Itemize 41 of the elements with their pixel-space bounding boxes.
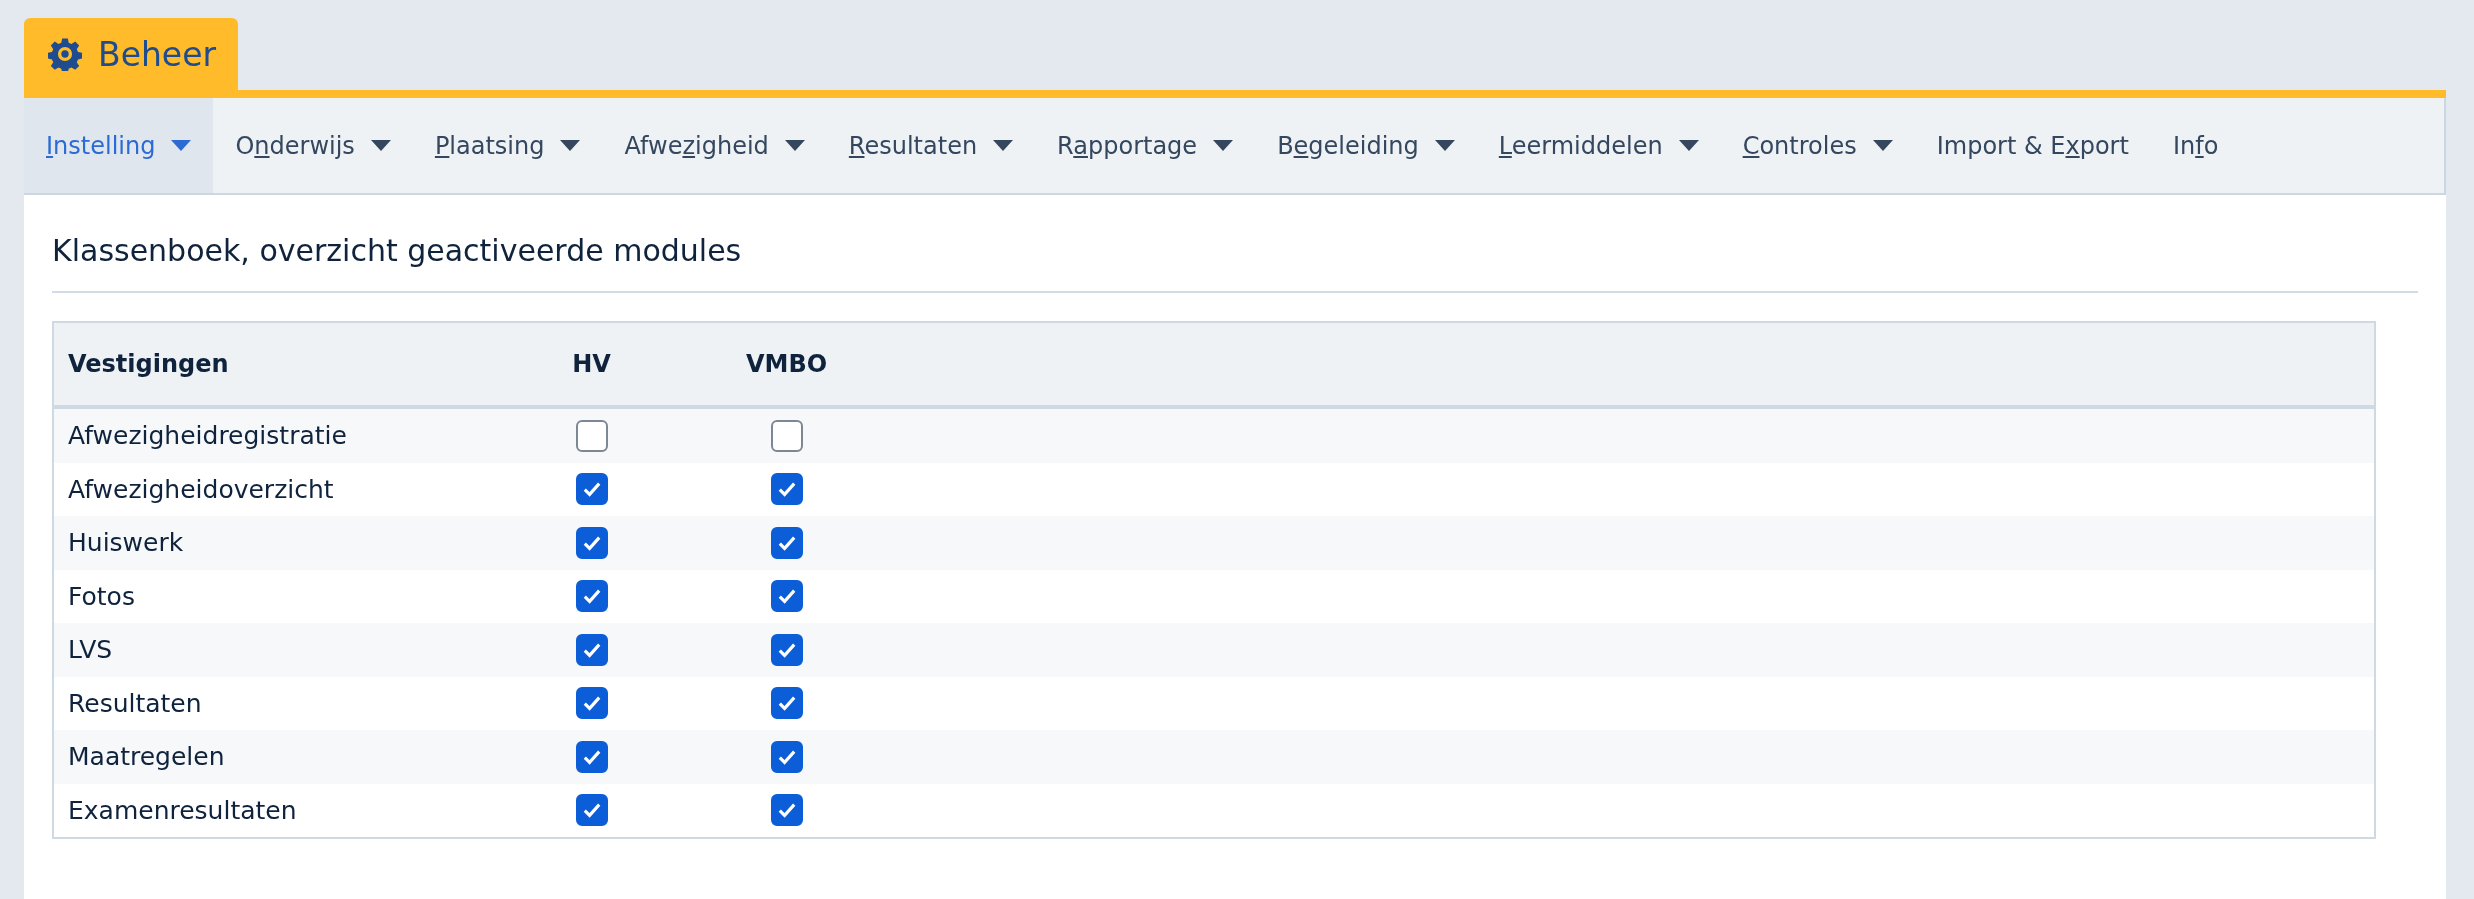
checkbox[interactable] xyxy=(575,794,608,827)
gear-icon xyxy=(48,37,82,71)
column-header: VMBO xyxy=(744,350,829,378)
checkbox[interactable] xyxy=(575,687,608,720)
menu-item[interactable]: Afwezigheid xyxy=(602,98,827,193)
module-name: Examenresultaten xyxy=(67,795,298,825)
menu-item[interactable]: Onderwijs xyxy=(213,98,413,193)
checkbox[interactable] xyxy=(770,419,803,452)
menu-item[interactable]: Instelling xyxy=(24,98,214,193)
checkbox[interactable] xyxy=(770,526,803,559)
menu-item[interactable]: Info xyxy=(2150,98,2241,193)
module-name: LVS xyxy=(67,635,114,665)
beheer-tab[interactable]: Beheer xyxy=(24,18,239,90)
module-name: Afwezigheidoverzicht xyxy=(67,474,335,504)
checkbox[interactable] xyxy=(770,633,803,666)
checkbox[interactable] xyxy=(770,794,803,827)
module-name: Resultaten xyxy=(67,688,203,718)
checkbox[interactable] xyxy=(575,633,608,666)
menu-item[interactable]: Resultaten xyxy=(826,98,1036,193)
checkbox[interactable] xyxy=(770,740,803,773)
checkbox[interactable] xyxy=(575,526,608,559)
checkbox[interactable] xyxy=(575,419,608,452)
module-name: Maatregelen xyxy=(67,742,226,772)
checkbox[interactable] xyxy=(770,580,803,613)
menu-item[interactable]: Plaatsing xyxy=(412,98,603,193)
checkbox[interactable] xyxy=(770,473,803,506)
checkbox[interactable] xyxy=(770,687,803,720)
module-name: Afwezigheidregistratie xyxy=(67,421,348,451)
column-header: HV xyxy=(571,350,612,378)
menu-item[interactable]: Import & Export xyxy=(1914,98,2151,193)
module-name: Fotos xyxy=(67,581,136,611)
checkbox[interactable] xyxy=(575,580,608,613)
menu-item[interactable]: Controles xyxy=(1720,98,1915,193)
menu-item[interactable]: Rapportage xyxy=(1035,98,1256,193)
column-header: Vestigingen xyxy=(67,350,230,378)
menu-item[interactable]: Leermiddelen xyxy=(1476,98,1721,193)
checkbox[interactable] xyxy=(575,740,608,773)
module-name: Huiswerk xyxy=(67,528,185,558)
menu-item[interactable]: Begeleiding xyxy=(1255,98,1477,193)
page-title: Klassenboek, overzicht geactiveerde modules xyxy=(52,232,743,270)
checkbox[interactable] xyxy=(575,473,608,506)
